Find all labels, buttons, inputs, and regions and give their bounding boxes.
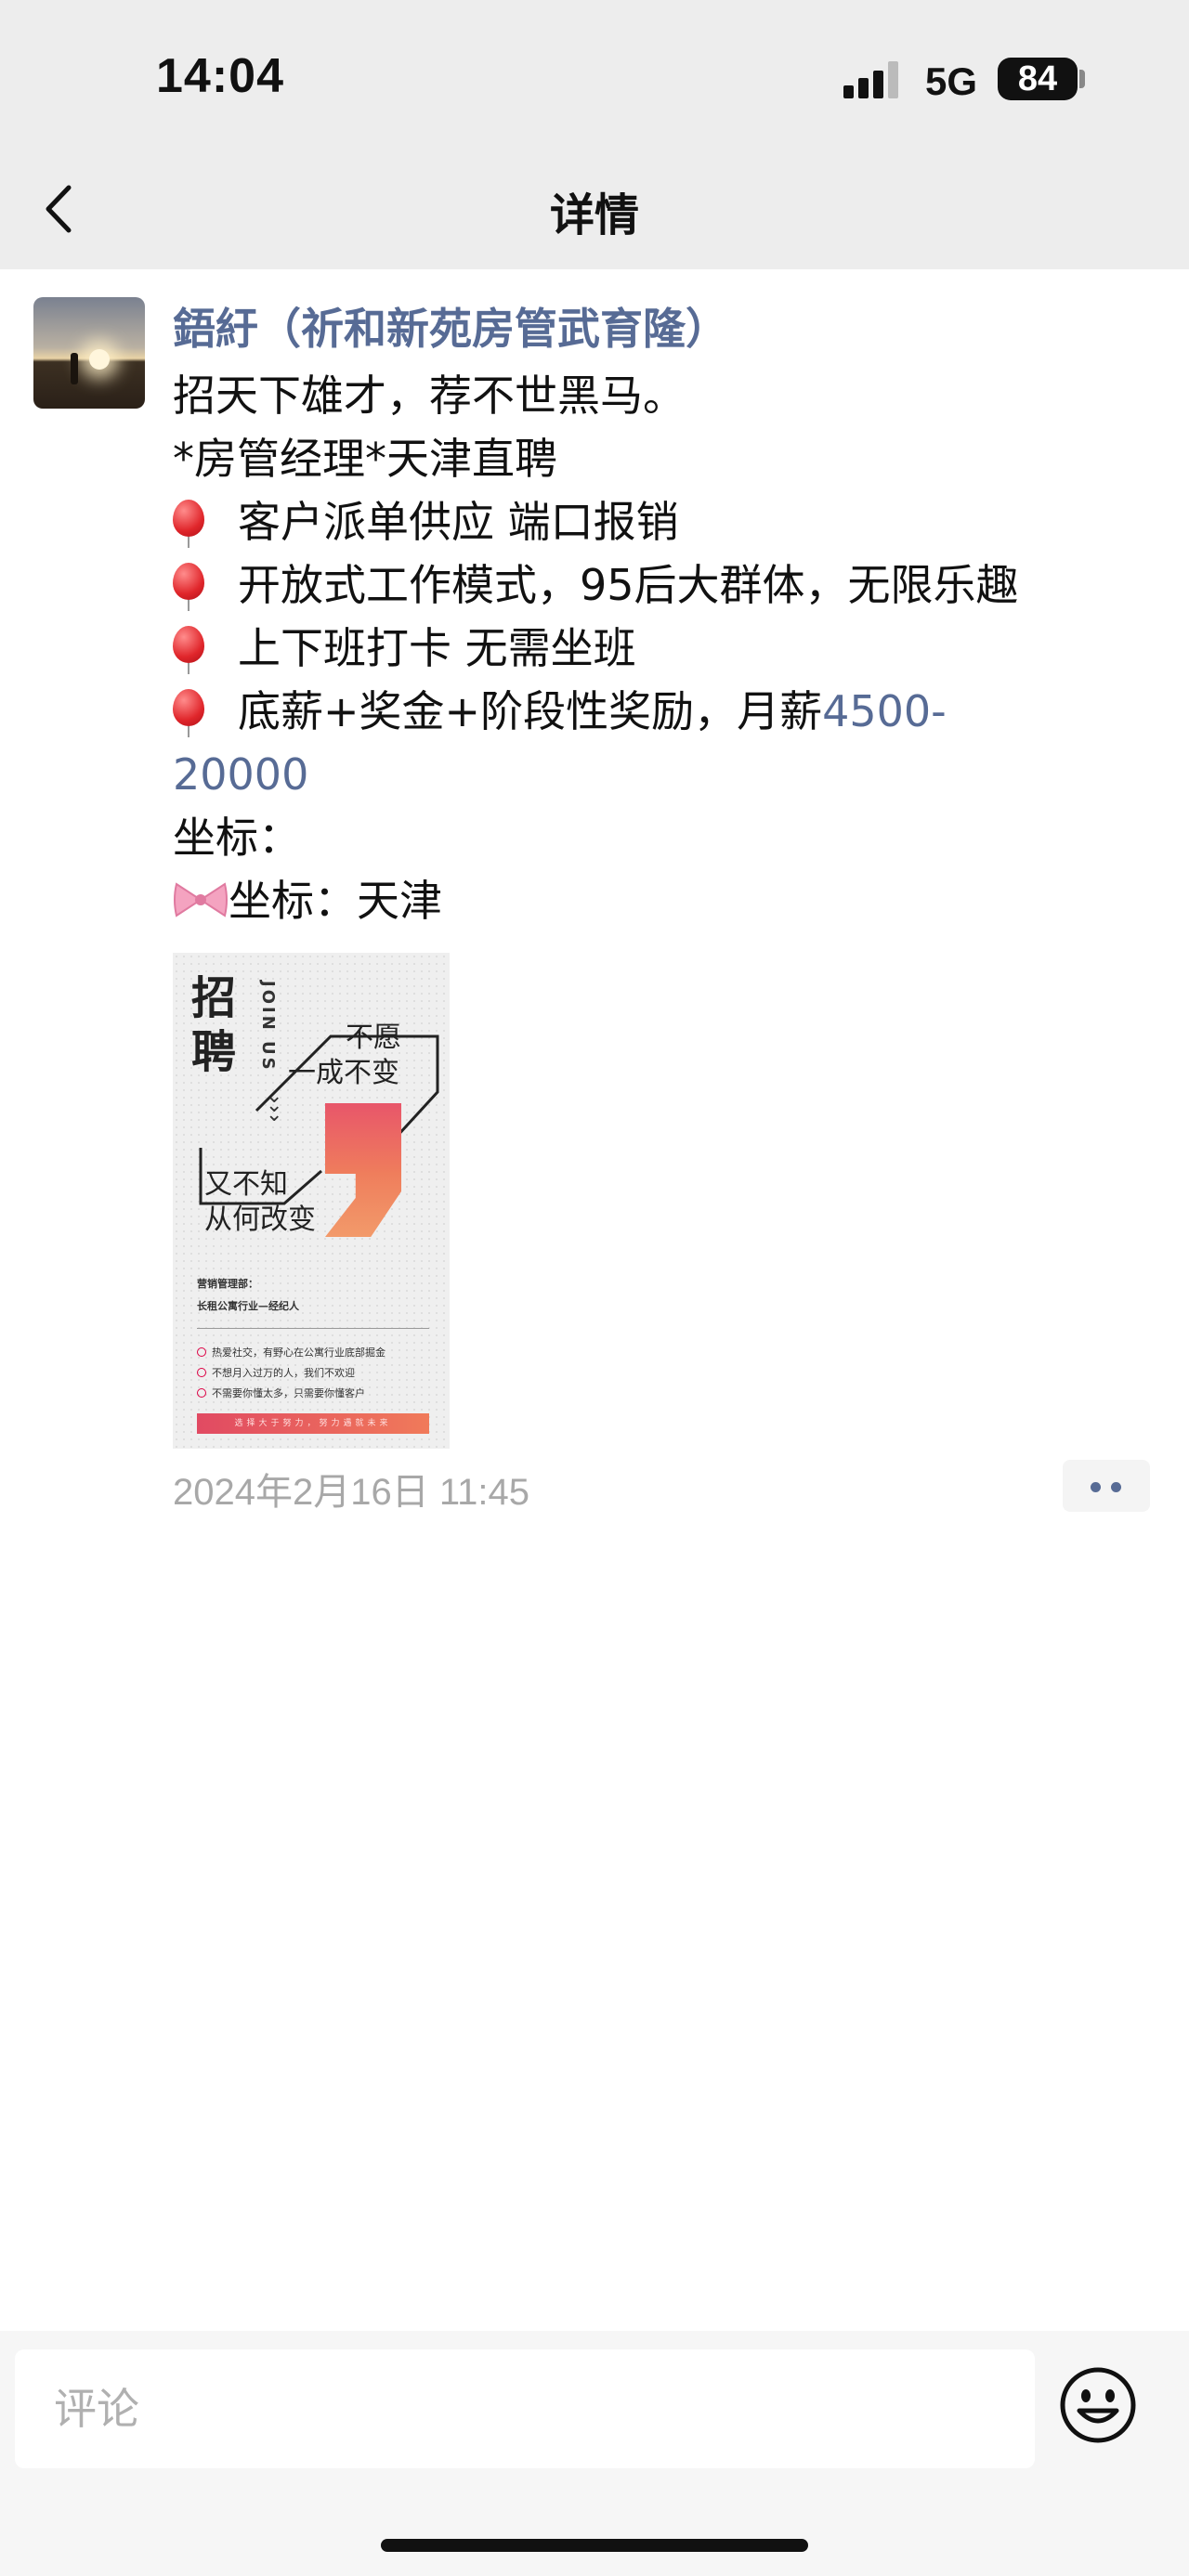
network-type: 5G xyxy=(925,59,978,103)
page-title: 详情 xyxy=(549,189,639,241)
emoji-icon[interactable] xyxy=(1057,2364,1139,2446)
poster-role: 长租公寓行业—经纪人 xyxy=(197,1300,299,1312)
poster-text-2: 一成不变 xyxy=(288,1057,399,1089)
post-line-text: 底薪+奖金+阶段性奖励，月薪 xyxy=(238,686,823,736)
poster-bullet: 不需要你懂太多，只需要你懂客户 xyxy=(197,1386,365,1400)
recruit-poster-image[interactable]: 招聘 JOIN US 不愿 一成不变 ⌄ ⌄ ⌄ 又不知 从何改变 营销管理部： 长… xyxy=(173,953,450,1449)
top-bar: 14:04 5G 84 详情 xyxy=(0,0,1189,269)
post-line: 开放式工作模式，95后大群体，无限乐趣 xyxy=(173,553,1157,617)
avatar[interactable] xyxy=(33,297,145,409)
status-time: 14:04 xyxy=(156,49,284,103)
poster-bullet: 不想月入过万的人，我们不欢迎 xyxy=(197,1365,355,1380)
poster-footer-bar: 选择大于努力，努力遇就未来 xyxy=(197,1413,429,1434)
post-line-text: 上下班打卡 无需坐班 xyxy=(238,623,636,673)
post-line: 20000 xyxy=(173,743,1157,806)
balloon-icon xyxy=(173,563,204,611)
post-text: 招天下雄才，荐不世黑马。 *房管经理*天津直聘 客户派单供应 端口报销 开放式工… xyxy=(173,364,1157,932)
poster-bullet: 热爱社交，有野心在公寓行业底部掘金 xyxy=(197,1345,385,1360)
post-line: 招天下雄才，荐不世黑马。 xyxy=(173,371,686,421)
phone-link-cont[interactable]: 20000 xyxy=(173,749,308,800)
post-line-text: 开放式工作模式，95后大群体，无限乐趣 xyxy=(238,560,1019,610)
post-line-text: 客户派单供应 端口报销 xyxy=(238,497,679,547)
poster-divider xyxy=(197,1328,429,1329)
poster-frame xyxy=(199,1034,439,1205)
battery-indicator: 84 xyxy=(998,58,1078,100)
battery-tip xyxy=(1079,70,1085,88)
signal-icon xyxy=(843,61,901,98)
author-name[interactable]: 鋙紆（祈和新苑房管武育隆） xyxy=(173,295,728,357)
post-timestamp: 2024年2月16日 11:45 xyxy=(173,1472,529,1513)
avatar-sun xyxy=(89,349,110,370)
comment-input[interactable] xyxy=(15,2349,1035,2468)
avatar-figure xyxy=(71,353,78,384)
bow-icon xyxy=(173,875,229,917)
phone-link[interactable]: 4500- xyxy=(822,686,947,736)
post-line: 坐标： xyxy=(173,813,301,863)
post-line: *房管经理*天津直聘 xyxy=(173,434,557,484)
balloon-icon xyxy=(173,689,204,737)
post-line: 上下班打卡 无需坐班 xyxy=(173,617,1157,680)
balloon-icon xyxy=(173,626,204,674)
more-dots-icon[interactable] xyxy=(1063,1460,1150,1512)
post-line-text: 坐标：天津 xyxy=(229,876,442,926)
poster-text-4: 从何改变 xyxy=(204,1203,316,1236)
post-line: 坐标：天津 xyxy=(173,869,1157,932)
chevron-down-icon: ⌄ ⌄ ⌄ xyxy=(266,1085,283,1126)
poster-comma-mark xyxy=(325,1103,401,1174)
post-line: 底薪+奖金+阶段性奖励，月薪4500- xyxy=(173,680,1157,743)
home-indicator xyxy=(381,2539,808,2552)
post-line: 客户派单供应 端口报销 xyxy=(173,490,1157,553)
balloon-icon xyxy=(173,500,204,548)
poster-dept: 营销管理部： xyxy=(197,1278,258,1290)
